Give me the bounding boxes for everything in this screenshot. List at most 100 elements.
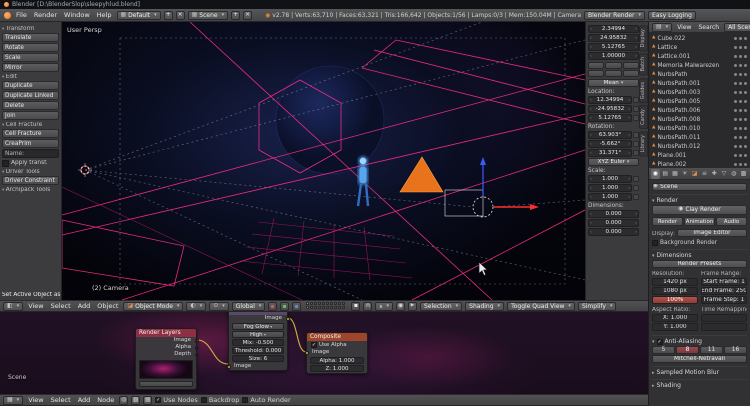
mean-dropdown[interactable]: Mean [588,79,639,87]
alpha-field[interactable]: Alpha: 1.000 [310,357,364,364]
visibility-icons[interactable] [734,145,747,148]
outliner-item[interactable]: Plane.002 [649,160,750,168]
menu-item[interactable]: Object [95,302,120,310]
add-layout-button[interactable] [163,10,173,20]
n-panel-tab[interactable]: Display [639,25,648,52]
tool-shelf-row[interactable]: Name: [2,149,59,158]
render-layers-node[interactable]: Render Layers Image Alpha Depth [135,328,199,390]
outliner-item[interactable]: NurbsPath.008 [649,115,750,124]
rotation-mode-dropdown[interactable]: XYZ Euler [588,158,639,166]
menu-item[interactable]: Search [696,24,721,31]
tab-texture-icon[interactable] [739,169,748,179]
menu-item[interactable]: Help [95,11,114,19]
tab-render-icon[interactable] [651,168,660,179]
node-title[interactable]: Render Layers [136,329,196,337]
location-field[interactable]: ‹ 12.34994 › [588,96,632,104]
visibility-icons[interactable] [734,118,747,121]
scale-field[interactable]: ‹ 1.000 › [588,184,632,192]
lock-icon[interactable] [633,176,639,182]
location-field[interactable]: ‹ 5.12765 › [588,114,632,122]
outliner-item[interactable]: NurbsPath.001 [649,79,750,88]
n-panel-tab[interactable]: Batch [639,53,648,76]
tool-shelf-row[interactable]: Duplicate [2,81,59,90]
menu-item[interactable]: View [26,302,45,310]
menu-item[interactable]: View [675,24,693,31]
output-socket[interactable] [194,352,199,357]
batch-button[interactable] [588,70,605,77]
size-field[interactable]: Size: 6 [232,355,284,362]
z-field[interactable]: Z: 1.000 [310,365,364,372]
rotation-field[interactable]: ‹ -5.662° › [588,140,632,148]
camera-object[interactable] [444,189,484,217]
audio-button[interactable]: Audio [716,217,747,226]
menu-item[interactable]: Add [76,396,93,404]
aa-sample-button[interactable]: 8 [676,346,699,354]
outliner-filter-dropdown[interactable]: All Scenes [724,22,750,32]
dimension-field[interactable]: ‹ 0.000 › [588,210,639,218]
tool-shelf-row[interactable]: Apply transf. [2,160,59,167]
triangle-object[interactable] [399,156,444,193]
shading-dropdown[interactable] [186,301,207,311]
glare-type-dropdown[interactable]: Fog Glow [232,323,284,330]
anti-aliasing-panel-header[interactable]: Anti-Aliasing [652,335,747,345]
tool-shelf-row[interactable]: Cell Fracture [2,122,59,128]
image-output-socket[interactable] [285,316,290,321]
mode-dropdown[interactable]: Object Mode [123,301,184,311]
dimensions-panel-header[interactable]: Dimensions [652,249,747,259]
close-layout-button[interactable] [175,10,185,20]
frame-step-field[interactable]: Frame Step: 1 [701,296,747,304]
render-presets-dropdown[interactable]: Render Presets [652,260,747,268]
visibility-icons[interactable] [734,37,747,40]
render-panel-header[interactable]: Render [652,194,747,204]
use-nodes-checkbox[interactable] [155,397,162,403]
scale-field[interactable]: ‹ 1.000 › [588,175,632,183]
visibility-icons[interactable] [734,46,747,49]
outliner-item[interactable]: NurbsPath [649,70,750,79]
tool-shelf-row[interactable]: Delete [2,101,59,110]
render-button[interactable]: Render [652,217,683,226]
animation-button[interactable]: Animation [684,217,715,226]
viewport-tool-button[interactable]: Simplify [577,301,617,311]
visibility-icons[interactable] [734,55,747,58]
tool-shelf-row[interactable]: Driver Constraint [2,175,59,185]
backdrop-checkbox[interactable] [200,397,207,403]
visibility-icons[interactable] [734,82,747,85]
tool-shelf-row[interactable]: Translate [2,33,59,42]
editor-type-dropdown[interactable] [3,301,24,311]
scene-selector[interactable] [139,381,193,387]
outliner-item[interactable]: Lattice [649,43,750,52]
glare-quality-dropdown[interactable]: High [232,331,284,338]
easy-logging-button[interactable]: Easy Logging [648,10,696,20]
visibility-icons[interactable] [734,64,747,67]
orientation-dropdown[interactable]: Global [231,301,266,311]
sphere-object[interactable] [276,66,384,174]
number-field[interactable]: ‹ 24.95832 › [588,34,639,42]
output-socket[interactable] [194,345,199,350]
menu-item[interactable]: View [26,396,45,404]
tool-shelf-row[interactable]: Rotate [2,43,59,52]
tool-shelf-row[interactable]: Scale [2,53,59,62]
resolution-percent-slider[interactable]: 100% [652,296,698,304]
rotation-field[interactable]: ‹ 31.371° › [588,149,632,157]
n-panel-tab[interactable]: Library [639,130,648,157]
tool-shelf-row[interactable]: Cell Fracture [2,129,59,138]
tool-shelf-row[interactable]: Mirror [2,63,59,72]
tab-render-layers-icon[interactable] [661,169,670,179]
lock-icon[interactable] [633,185,639,191]
aa-sample-button[interactable]: 5 [652,346,675,354]
shading-panel-header[interactable]: Shading [652,379,747,389]
batch-button[interactable] [588,62,605,69]
scale-manipulator-toggle[interactable] [292,301,302,311]
outliner-item[interactable]: NurbsPath.005 [649,97,750,106]
snap-element-dropdown[interactable] [375,301,393,311]
visibility-icons[interactable] [734,154,747,157]
menu-item[interactable]: Window [62,11,92,19]
display-dropdown[interactable]: Image Editor [676,229,747,237]
scene-id-block[interactable]: Scene [652,183,747,191]
tool-shelf-row[interactable]: CreaPrim [2,139,59,148]
outliner-item[interactable]: Cube.022 [649,34,750,43]
tab-material-icon[interactable] [729,169,738,179]
menu-item[interactable]: Node [95,396,116,404]
tab-modifiers-icon[interactable] [710,169,719,179]
tab-object-icon[interactable] [690,169,699,179]
